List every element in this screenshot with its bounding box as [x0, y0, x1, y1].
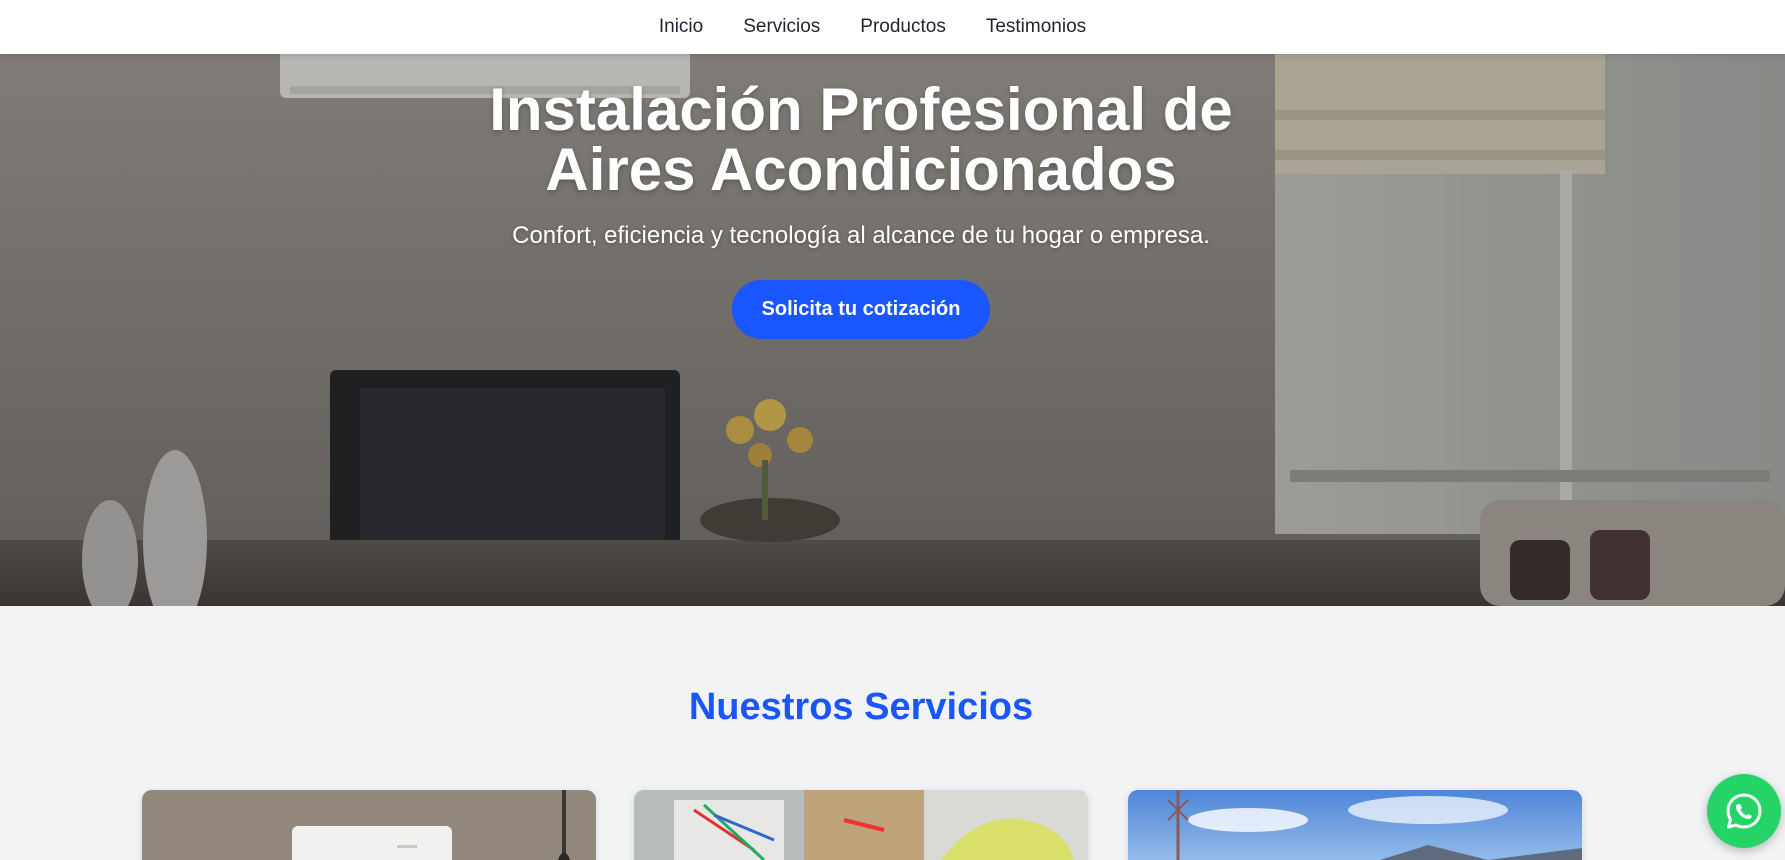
- whatsapp-button[interactable]: [1707, 774, 1781, 848]
- nav-item-testimonios[interactable]: Testimonios: [986, 16, 1086, 38]
- nav-item-productos[interactable]: Productos: [860, 16, 946, 38]
- quote-request-button[interactable]: Solicita tu cotización: [731, 280, 991, 339]
- hero-subtitle: Confort, eficiencia y tecnología al alca…: [512, 222, 1210, 249]
- nav-item-servicios[interactable]: Servicios: [743, 16, 820, 38]
- service-card-electrical[interactable]: [634, 790, 1088, 860]
- service-card-installation[interactable]: [142, 790, 596, 860]
- whatsapp-icon: [1726, 793, 1762, 829]
- hero-content: Instalación Profesional de Aires Acondic…: [0, 80, 1722, 339]
- top-navigation: Inicio Servicios Productos Testimonios: [0, 0, 1785, 54]
- wall-air-conditioner-image: [142, 790, 596, 860]
- nav-item-inicio[interactable]: Inicio: [659, 16, 703, 38]
- services-title: Nuestros Servicios: [688, 686, 1034, 728]
- hero-section: Instalación Profesional de Aires Acondic…: [0, 0, 1785, 606]
- hero-title-line2: Aires Acondicionados: [545, 136, 1177, 203]
- hero-title-line1: Instalación Profesional de: [489, 76, 1233, 143]
- electrician-wiring-image: [634, 790, 1088, 860]
- nav-list: Inicio Servicios Productos Testimonios: [659, 16, 1086, 38]
- outdoor-landscape-image: [1128, 790, 1582, 860]
- service-card-commercial[interactable]: [1128, 790, 1582, 860]
- hero-title: Instalación Profesional de Aires Acondic…: [0, 80, 1722, 200]
